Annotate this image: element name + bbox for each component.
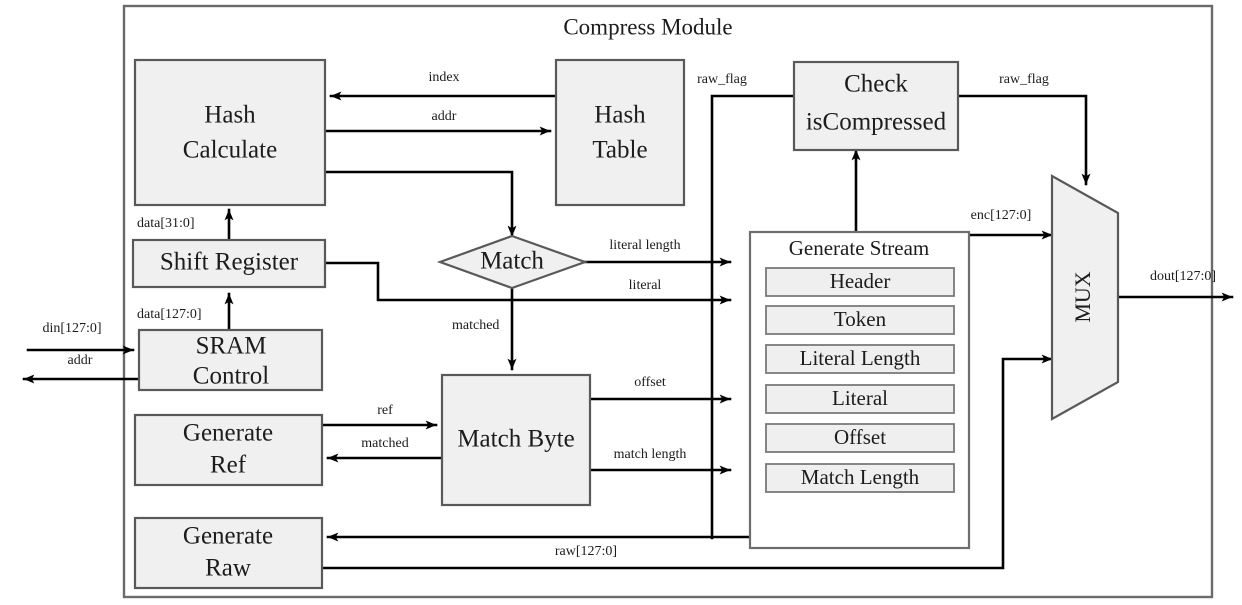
stream-field-offset-label: Offset (834, 425, 886, 449)
label-dout: dout[127:0] (1150, 269, 1216, 284)
label-addr-out: addr (68, 353, 93, 368)
block-hash-calculate-label-1: Hash (204, 102, 256, 129)
block-generate-stream[interactable]: Generate Stream Header Token Literal Len… (748, 230, 971, 550)
page-title: Compress Module (563, 14, 732, 39)
block-shift-register-label: Shift Register (160, 249, 299, 276)
block-generate-raw-label-2: Raw (205, 555, 251, 582)
block-match-byte[interactable]: Match Byte (440, 373, 592, 507)
block-generate-raw-label-1: Generate (183, 523, 273, 550)
wire-raw-flag-out (956, 94, 1091, 186)
block-check-label-2: isCompressed (806, 109, 947, 136)
block-generate-ref[interactable]: Generate Ref (133, 413, 324, 487)
label-raw: raw[127:0] (555, 544, 617, 559)
label-enc: enc[127:0] (971, 208, 1032, 223)
stream-field-offset[interactable]: Offset (765, 423, 955, 453)
block-generate-ref-label-2: Ref (210, 452, 247, 479)
block-generate-raw[interactable]: Generate Raw (133, 516, 324, 590)
block-hash-table[interactable]: Hash Table (554, 58, 686, 207)
block-match-label: Match (480, 248, 544, 275)
label-din: din[127:0] (42, 321, 101, 336)
block-generate-ref-label-1: Generate (183, 420, 273, 447)
block-mux[interactable]: MUX (1050, 174, 1120, 421)
block-check-label-1: Check (844, 71, 908, 98)
label-match-length: match length (614, 447, 687, 462)
block-sram-control[interactable]: SRAM Control (137, 328, 324, 392)
label-raw-flag-out: raw_flag (999, 72, 1049, 87)
stream-field-match-length[interactable]: Match Length (765, 463, 955, 493)
block-match-byte-label: Match Byte (457, 426, 574, 453)
label-raw-flag-in: raw_flag (697, 72, 747, 87)
stream-field-token-label: Token (834, 307, 887, 331)
stream-field-literal[interactable]: Literal (765, 384, 955, 414)
block-generate-stream-label: Generate Stream (789, 236, 930, 260)
block-sram-control-label-2: Control (193, 363, 269, 390)
label-data127: data[127:0] (137, 307, 202, 322)
stream-field-literal-label: Literal (832, 386, 888, 410)
block-sram-control-label-1: SRAM (196, 333, 267, 360)
label-matched-down: matched (452, 318, 499, 333)
stream-field-header-label: Header (830, 269, 891, 293)
block-hash-table-label-1: Hash (594, 102, 646, 129)
label-index: index (428, 70, 459, 85)
compress-module-diagram: Compress Module Hash Calculate Hash Tabl… (0, 0, 1242, 605)
block-shift-register[interactable]: Shift Register (131, 238, 327, 289)
label-literal: literal (629, 278, 662, 293)
label-matched-back: matched (361, 436, 408, 451)
label-offset: offset (634, 375, 666, 390)
label-literal-length: literal length (609, 238, 680, 253)
block-match-decision[interactable]: Match (436, 234, 589, 290)
block-mux-label: MUX (1070, 271, 1095, 322)
block-hash-table-label-2: Table (592, 137, 647, 164)
label-ref: ref (377, 403, 393, 418)
label-addr-hash: addr (432, 109, 457, 124)
block-check-is-compressed[interactable]: Check isCompressed (792, 60, 960, 152)
stream-field-literal-length-label: Literal Length (800, 346, 921, 370)
stream-field-match-length-label: Match Length (801, 465, 920, 489)
wire-hash-to-match (323, 170, 517, 238)
block-hash-calculate[interactable]: Hash Calculate (133, 58, 327, 207)
block-hash-calculate-label-2: Calculate (183, 137, 277, 164)
stream-field-header[interactable]: Header (765, 267, 955, 297)
label-data31: data[31:0] (137, 216, 195, 231)
stream-field-token[interactable]: Token (765, 305, 955, 335)
stream-field-literal-length[interactable]: Literal Length (765, 344, 955, 374)
